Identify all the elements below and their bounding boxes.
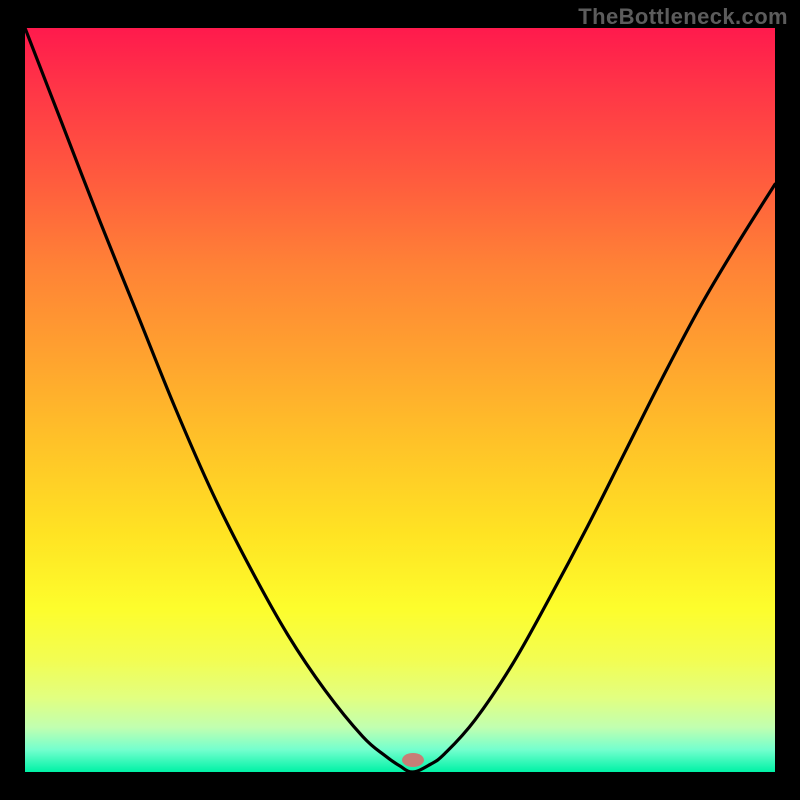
plot-area [25,28,775,772]
optimal-point-marker [402,753,424,767]
curve-svg [25,28,775,772]
watermark-text: TheBottleneck.com [578,4,788,30]
chart-frame: TheBottleneck.com [0,0,800,800]
bottleneck-curve [25,28,775,772]
